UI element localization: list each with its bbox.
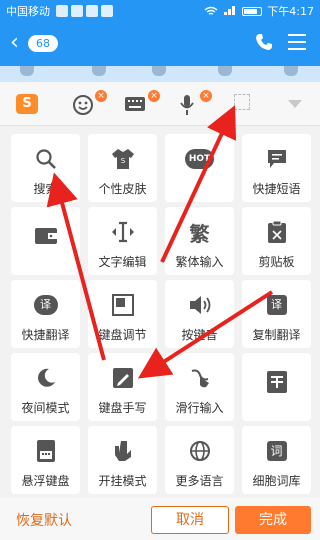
- phone-icon[interactable]: [254, 32, 274, 52]
- tile-label: 按键音: [181, 328, 218, 342]
- cancel-button[interactable]: 取消: [151, 506, 229, 534]
- tile-search[interactable]: 搜索: [11, 134, 80, 202]
- plus-icon: [284, 66, 298, 76]
- remove-icon[interactable]: ×: [200, 90, 212, 102]
- tile-text-edit[interactable]: 文字编辑: [88, 207, 157, 275]
- tile-label: 键盘调节: [98, 328, 147, 342]
- tile-label: 文字编辑: [98, 255, 147, 269]
- clipboard-icon: [267, 220, 286, 243]
- notification-icon: [86, 5, 98, 17]
- emoji-icon: [218, 66, 232, 76]
- moon-icon: [37, 368, 55, 387]
- mic-icon: [20, 66, 34, 76]
- translate-bubble-icon: 译: [33, 295, 58, 315]
- tile-float-keyboard[interactable]: 悬浮键盘: [11, 426, 80, 494]
- copy-translate-icon: 译: [266, 295, 287, 315]
- svg-text:S: S: [120, 157, 125, 165]
- ticket-icon: [266, 371, 287, 393]
- restore-default-link[interactable]: 恢复默认: [16, 510, 72, 530]
- tile-key-sound[interactable]: 按键音: [165, 280, 234, 348]
- speaker-icon: [189, 296, 210, 314]
- remove-icon[interactable]: ×: [95, 90, 107, 102]
- tile-label: 细胞词库: [252, 474, 301, 488]
- tile-wallet[interactable]: [11, 207, 80, 275]
- dictionary-char-icon: 词: [266, 441, 287, 461]
- pen-icon: [112, 368, 133, 388]
- globe-icon: [189, 441, 210, 461]
- sogou-logo-icon[interactable]: S: [16, 94, 38, 114]
- tile-quick-phrase[interactable]: 快捷短语: [242, 134, 311, 202]
- empty-slot[interactable]: [234, 94, 250, 110]
- text-cursor-icon: [111, 221, 134, 243]
- top-nav-bar: ‹ 68: [0, 22, 320, 66]
- back-chevron-icon[interactable]: ‹: [10, 32, 19, 54]
- tile-label: 悬浮键盘: [21, 474, 70, 488]
- tile-label: 个性皮肤: [98, 182, 147, 196]
- tile-label: 滑行输入: [175, 401, 224, 415]
- keyboard-icon[interactable]: [124, 96, 146, 112]
- tile-ticket[interactable]: [242, 353, 311, 421]
- cheat-mode-icon: [114, 441, 131, 461]
- remove-icon[interactable]: ×: [148, 90, 160, 102]
- camera-icon: [152, 66, 166, 76]
- tile-clipboard[interactable]: 剪贴板: [242, 207, 311, 275]
- notification-icon: [56, 5, 68, 17]
- bottom-action-bar: 恢复默认 取消 完成: [0, 498, 320, 540]
- status-clock: 下午4:17: [267, 5, 314, 18]
- tile-handwriting[interactable]: 键盘手写: [88, 353, 157, 421]
- tile-night-mode[interactable]: 夜间模式: [11, 353, 80, 421]
- tile-quick-translate[interactable]: 译 快捷翻译: [11, 280, 80, 348]
- search-icon: [35, 149, 56, 169]
- notification-icon: [101, 5, 113, 17]
- unread-count-badge[interactable]: 68: [28, 35, 58, 52]
- traditional-char-icon: 繁: [189, 221, 210, 246]
- tile-more-languages[interactable]: 更多语言: [165, 426, 234, 494]
- tile-label: 快捷短语: [252, 182, 301, 196]
- dropdown-chevron-icon[interactable]: [288, 100, 302, 108]
- menu-icon[interactable]: [288, 34, 306, 50]
- microphone-icon[interactable]: [180, 94, 194, 116]
- resize-icon: [111, 294, 134, 316]
- tile-keyboard-adjust[interactable]: 键盘调节: [88, 280, 157, 348]
- tile-label: 夜间模式: [21, 401, 70, 415]
- status-bar: 中国移动 下午4:17: [0, 0, 320, 22]
- battery-icon: [242, 6, 263, 16]
- swipe-icon: [191, 369, 209, 388]
- tile-label: 剪贴板: [258, 255, 295, 269]
- hot-badge-icon: HOT: [184, 149, 215, 169]
- chat-bubble-icon: [267, 150, 286, 168]
- carrier-name: 中国移动: [6, 5, 50, 18]
- tile-cell-dictionary[interactable]: 词 细胞词库: [242, 426, 311, 494]
- tile-traditional[interactable]: 繁 繁体输入: [165, 207, 234, 275]
- tile-skin[interactable]: S 个性皮肤: [88, 134, 157, 202]
- signal-icon: [224, 6, 236, 15]
- tile-swipe-input[interactable]: 滑行输入: [165, 353, 234, 421]
- tile-copy-translate[interactable]: 译 复制翻译: [242, 280, 311, 348]
- wifi-icon: [204, 6, 218, 15]
- notification-icon: [71, 5, 83, 17]
- tile-hot[interactable]: HOT: [165, 134, 234, 202]
- image-icon: [92, 66, 106, 76]
- done-button[interactable]: 完成: [235, 506, 311, 534]
- tile-label: 快捷翻译: [21, 328, 70, 342]
- tile-cheat-mode[interactable]: 开挂模式: [88, 426, 157, 494]
- tile-label: 繁体输入: [175, 255, 224, 269]
- tile-label: 复制翻译: [252, 328, 301, 342]
- float-keyboard-icon: [36, 440, 55, 462]
- tile-label: 更多语言: [175, 474, 224, 488]
- keyboard-toolbar: S × × ×: [0, 82, 320, 126]
- wallet-icon: [34, 228, 57, 244]
- tile-label: 开挂模式: [98, 474, 147, 488]
- shirt-icon: S: [111, 149, 134, 169]
- tile-label: 搜索: [33, 182, 58, 196]
- chat-toolbar-strip: [0, 66, 320, 82]
- emoji-icon[interactable]: [72, 94, 94, 116]
- tile-label: 键盘手写: [98, 401, 147, 415]
